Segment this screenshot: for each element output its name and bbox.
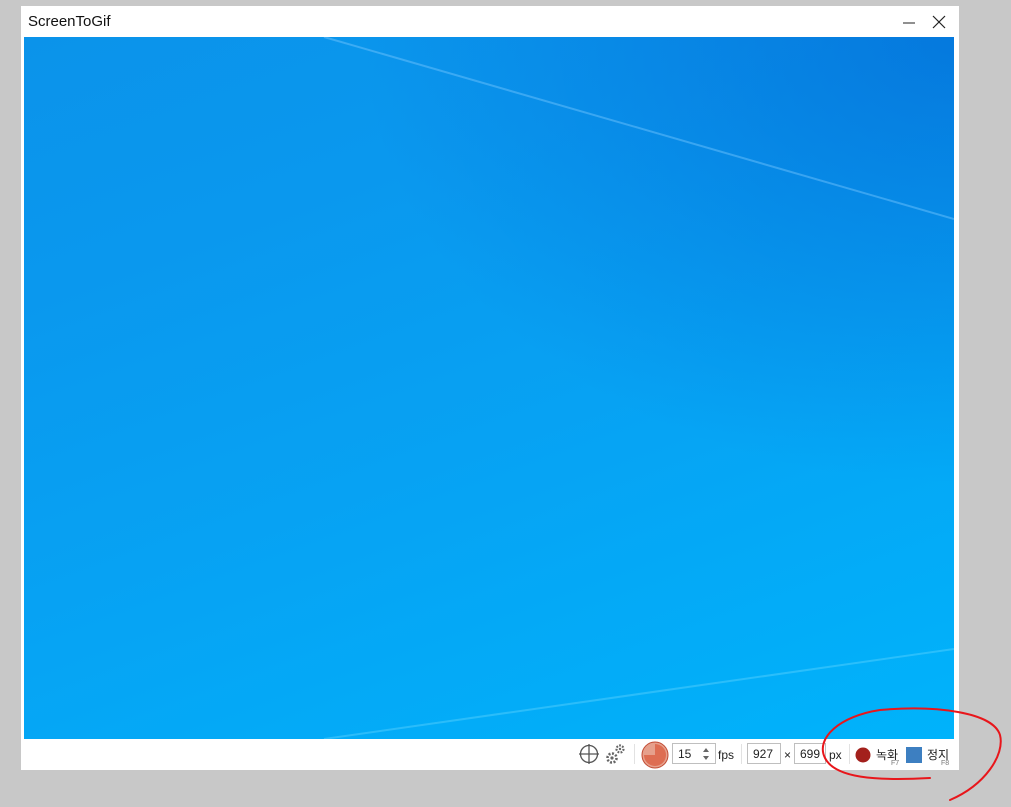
size-unit-label: px	[829, 748, 842, 762]
settings-gears-icon[interactable]	[605, 743, 627, 765]
capture-area[interactable]	[24, 37, 954, 739]
width-value: 927	[753, 747, 774, 761]
stop-button[interactable]: 정지 F8	[906, 742, 956, 768]
close-button[interactable]	[923, 6, 955, 37]
desktop-wallpaper-light-beams	[323, 37, 954, 739]
record-button[interactable]: 녹화 F7	[855, 742, 905, 768]
close-icon	[932, 15, 946, 28]
screentogif-window: ScreenToGif 15 fps 927 × 699 px 녹화 F7 정지…	[21, 6, 959, 770]
height-value: 699	[800, 747, 821, 761]
recorder-toolbar: 15 fps 927 × 699 px 녹화 F7 정지 F8	[21, 739, 959, 770]
stop-square-icon	[906, 747, 922, 763]
crosshair-icon[interactable]	[579, 744, 599, 764]
fps-spinner[interactable]	[702, 746, 710, 762]
height-input[interactable]: 699	[794, 743, 826, 764]
frequency-pie-icon[interactable]	[641, 741, 669, 769]
title-bar[interactable]: ScreenToGif	[21, 6, 959, 37]
record-hotkey: F7	[891, 760, 900, 767]
minimize-icon	[903, 22, 915, 23]
stop-hotkey: F8	[941, 760, 950, 767]
fps-value: 15	[678, 747, 692, 761]
fps-unit-label: fps	[718, 748, 735, 762]
window-title: ScreenToGif	[28, 13, 111, 30]
spinner-down-icon	[703, 756, 709, 760]
toolbar-separator	[849, 744, 850, 764]
width-input[interactable]: 927	[747, 743, 781, 764]
toolbar-separator	[741, 744, 742, 764]
size-separator-label: ×	[784, 748, 792, 762]
spinner-up-icon	[703, 748, 709, 752]
toolbar-separator	[634, 744, 635, 764]
minimize-button[interactable]	[893, 6, 925, 37]
record-dot-icon	[855, 747, 871, 763]
fps-input[interactable]: 15	[672, 743, 716, 764]
